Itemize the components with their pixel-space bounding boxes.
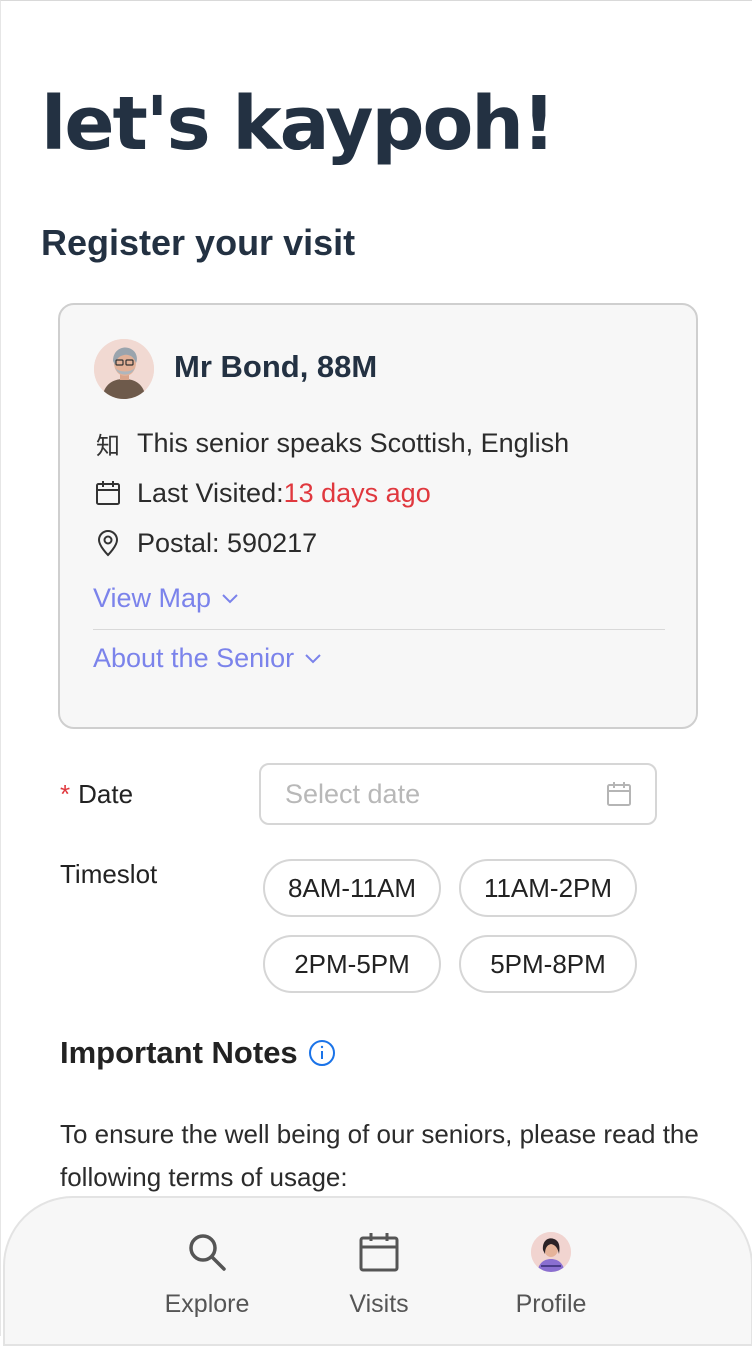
postal-row: Postal: 590217 — [93, 526, 317, 560]
languages-text: This senior speaks Scottish, English — [137, 427, 570, 458]
info-icon[interactable] — [308, 1039, 336, 1067]
bottom-nav: Explore Visits Profile — [3, 1196, 752, 1346]
senior-avatar — [94, 339, 154, 399]
view-map-toggle[interactable]: View Map — [93, 583, 239, 614]
nav-explore-label: Explore — [164, 1290, 250, 1318]
senior-card: Mr Bond, 88M 知 This senior speaks Scotti… — [58, 303, 698, 729]
card-divider — [93, 629, 665, 630]
notes-body: To ensure the well being of our seniors,… — [60, 1119, 699, 1192]
page-title: Register your visit — [41, 222, 356, 263]
nav-visits-label: Visits — [349, 1290, 409, 1318]
chevron-down-icon — [222, 593, 238, 603]
nav-profile-label: Profile — [515, 1290, 587, 1318]
timeslot-chip[interactable]: 5PM-8PM — [459, 935, 637, 993]
last-visited-row: Last Visited: 13 days ago — [93, 476, 431, 510]
last-visited-value: 13 days ago — [283, 477, 431, 508]
date-label: * Date — [60, 779, 134, 809]
nav-visits[interactable]: Visits — [314, 1228, 444, 1319]
nav-profile[interactable]: Profile — [486, 1228, 616, 1319]
language-icon: 知 — [96, 431, 120, 460]
languages-row: 知 This senior speaks Scottish, English — [93, 426, 569, 460]
notes-title: Important Notes — [60, 1035, 336, 1071]
profile-avatar — [531, 1232, 571, 1272]
timeslot-label: Timeslot — [60, 859, 158, 889]
calendar-icon[interactable] — [605, 780, 633, 808]
calendar-icon — [93, 478, 123, 508]
nav-explore[interactable]: Explore — [142, 1228, 272, 1319]
timeslot-chip[interactable]: 11AM-2PM — [459, 859, 637, 917]
chevron-down-icon — [305, 653, 321, 663]
last-visited-label: Last Visited: — [137, 477, 284, 508]
date-picker[interactable] — [259, 763, 657, 825]
location-pin-icon — [93, 528, 123, 558]
timeslot-chip[interactable]: 8AM-11AM — [263, 859, 441, 917]
search-icon — [185, 1228, 229, 1276]
view-map-label: View Map — [93, 583, 212, 613]
about-senior-toggle[interactable]: About the Senior — [93, 643, 322, 674]
app-title: let's kaypoh! — [41, 81, 556, 167]
required-mark: * — [60, 779, 71, 809]
date-input[interactable] — [283, 777, 605, 811]
calendar-icon — [358, 1228, 400, 1276]
senior-name: Mr Bond, 88M — [174, 349, 378, 384]
postal-text: Postal: 590217 — [137, 527, 318, 558]
about-senior-label: About the Senior — [93, 643, 295, 673]
timeslot-chip[interactable]: 2PM-5PM — [263, 935, 441, 993]
